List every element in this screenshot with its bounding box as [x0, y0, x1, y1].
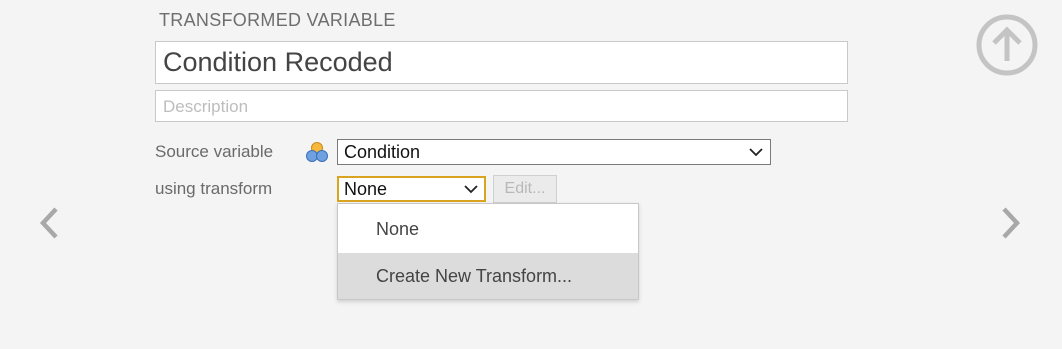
variable-name-input[interactable]: Condition Recoded: [155, 41, 848, 84]
transform-select[interactable]: None: [337, 176, 486, 202]
source-variable-select[interactable]: Condition: [337, 139, 771, 165]
chevron-down-icon: [749, 148, 763, 157]
chevron-down-icon: [464, 185, 478, 194]
section-title: TRANSFORMED VARIABLE: [159, 10, 396, 30]
transform-dropdown-menu: None Create New Transform...: [337, 203, 639, 300]
chevron-left-icon[interactable]: [36, 205, 62, 241]
description-input[interactable]: Description: [155, 90, 848, 122]
edit-transform-button[interactable]: Edit...: [493, 175, 557, 203]
chevron-right-icon[interactable]: [998, 205, 1024, 241]
using-transform-label: using transform: [155, 179, 273, 198]
nominal-variable-icon: [306, 142, 328, 162]
arrow-up-circle-icon[interactable]: [975, 14, 1039, 78]
transform-value: None: [344, 179, 388, 199]
source-variable-value: Condition: [344, 142, 421, 162]
dropdown-option-none[interactable]: None: [338, 206, 638, 252]
source-variable-label: Source variable: [155, 142, 274, 161]
dropdown-option-create-new-transform[interactable]: Create New Transform...: [338, 253, 638, 299]
